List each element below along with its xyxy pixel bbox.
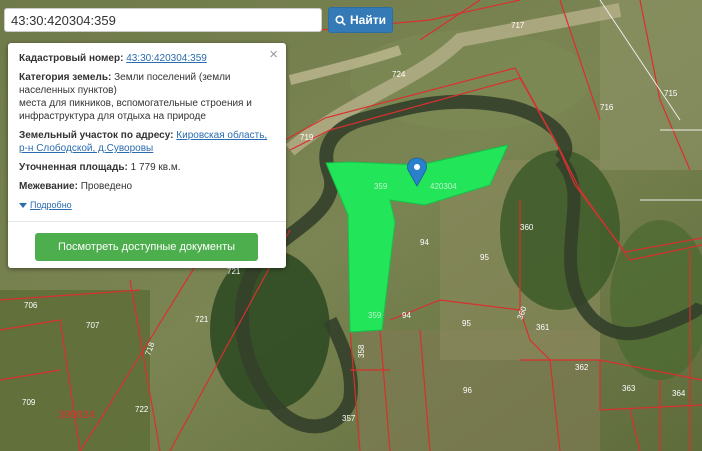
parcel-label: 95: [480, 253, 489, 262]
search-button-label: Найти: [350, 13, 386, 27]
area-value: 1 779 кв.м.: [130, 162, 181, 173]
divider: [8, 221, 286, 222]
address-label: Земельный участок по адресу:: [19, 130, 174, 141]
parcel-label: 361: [536, 323, 550, 332]
search-icon: [335, 14, 346, 26]
parcel-label: 364: [672, 389, 686, 398]
category-label: Категория земель:: [19, 72, 112, 83]
parcel-label: 721: [227, 267, 241, 276]
search-button[interactable]: Найти: [328, 7, 393, 33]
parcel-label: 716: [600, 103, 614, 112]
parcel-label: 420304: [430, 182, 457, 191]
address-row: Земельный участок по адресу: Кировская о…: [19, 129, 275, 155]
parcel-label: 722: [135, 405, 149, 414]
view-documents-button[interactable]: Посмотреть доступные документы: [35, 233, 258, 261]
area-label: Уточненная площадь:: [19, 162, 128, 173]
parcel-label: 94: [420, 238, 429, 247]
parcel-label: 363: [622, 384, 636, 393]
parcel-label: 95: [462, 319, 471, 328]
parcel-label: 362: [575, 363, 589, 372]
category-row: Категория земель: Земли поселений (земли…: [19, 71, 275, 123]
parcel-label: 721: [195, 315, 209, 324]
parcel-label: 717: [511, 21, 525, 30]
close-icon[interactable]: ×: [269, 47, 278, 62]
parcel-label: 390924: [58, 409, 95, 421]
parcel-label: 360: [520, 223, 534, 232]
parcel-label: 359: [374, 182, 388, 191]
parcel-label: 724: [392, 70, 406, 79]
parcel-label: 357: [342, 414, 356, 423]
cadastral-label: Кадастровый номер:: [19, 53, 124, 64]
parcel-label: 719: [300, 133, 314, 142]
area-row: Уточненная площадь: 1 779 кв.м.: [19, 161, 275, 174]
parcel-info-card: × Кадастровый номер: 43:30:420304:359 Ка…: [8, 43, 286, 268]
parcel-label: 707: [86, 321, 100, 330]
parcel-label: 358: [357, 344, 366, 358]
more-details-toggle[interactable]: Подробно: [19, 199, 275, 212]
survey-label: Межевание:: [19, 181, 78, 192]
caret-down-icon: [19, 203, 27, 208]
parcel-label: 709: [22, 398, 36, 407]
parcel-label: 706: [24, 301, 38, 310]
cadastral-row: Кадастровый номер: 43:30:420304:359: [19, 52, 275, 65]
cadastral-link[interactable]: 43:30:420304:359: [126, 53, 207, 64]
parcel-label: 96: [463, 386, 472, 395]
parcel-label: 94: [402, 311, 411, 320]
survey-row: Межевание: Проведено: [19, 180, 275, 193]
more-details-label: Подробно: [30, 200, 72, 210]
parcel-label: 359: [368, 311, 382, 320]
category-usage: места для пикников, вспомогательные стро…: [19, 98, 252, 122]
parcel-label: 715: [664, 89, 678, 98]
search-input[interactable]: [4, 8, 322, 32]
survey-value: Проведено: [80, 181, 133, 192]
